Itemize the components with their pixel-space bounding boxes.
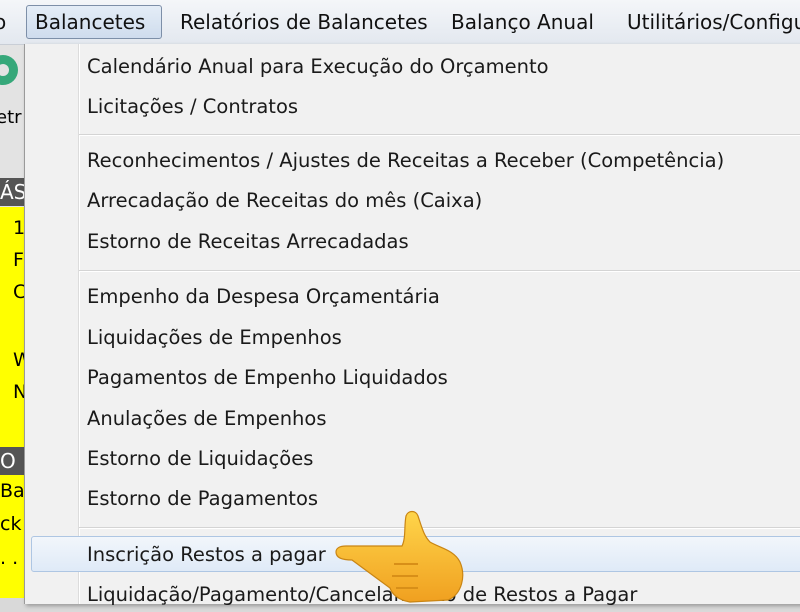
menu-item-pagamentos-empenho[interactable]: Pagamentos de Empenho Liquidados (87, 361, 448, 395)
menu-item-calendario-anual[interactable]: Calendário Anual para Execução do Orçame… (87, 50, 549, 84)
menu-item-licitacoes-contratos[interactable]: Licitações / Contratos (87, 90, 298, 124)
menu-balanco-anual[interactable]: Balanço Anual (443, 5, 602, 39)
background-window-strip: etr ÁS 1 F C W N O Ba ck . . (0, 45, 26, 598)
panel-line: . . (0, 547, 19, 569)
menu-item-anulacoes-empenhos[interactable]: Anulações de Empenhos (87, 402, 327, 436)
menu-item-arrecadacao-receitas[interactable]: Arrecadação de Receitas do mês (Caixa) (87, 184, 482, 218)
menu-item-liquidacoes-empenhos[interactable]: Liquidações de Empenhos (87, 321, 342, 355)
menu-item-inscricao-restos[interactable]: Inscrição Restos a pagar (87, 538, 326, 572)
menu-utilitarios[interactable]: Utilitários/Configu (619, 5, 800, 39)
panel-line: Ba (0, 480, 25, 502)
section-header: O (0, 447, 26, 475)
menu-item-empenho-despesa[interactable]: Empenho da Despesa Orçamentária (87, 280, 440, 314)
menu-separator (79, 270, 800, 272)
menu-relatorios-balancetes[interactable]: Relatórios de Balancetes (172, 5, 436, 39)
menu-item-estorno-liquidacoes[interactable]: Estorno de Liquidações (87, 442, 313, 476)
menu-icon-column (25, 44, 80, 604)
menu-item-reconhecimentos[interactable]: Reconhecimentos / Ajustes de Receitas a … (87, 144, 724, 178)
menu-item-partial[interactable]: o (0, 5, 14, 39)
toolbar-label: etr (0, 107, 22, 128)
menu-item-estorno-receitas[interactable]: Estorno de Receitas Arrecadadas (87, 225, 409, 259)
menu-bar: o Balancetes Relatórios de Balancetes Ba… (0, 0, 800, 45)
panel-line: ck (0, 513, 22, 535)
menu-item-estorno-pagamentos[interactable]: Estorno de Pagamentos (87, 482, 318, 516)
pointing-hand-icon (335, 510, 464, 603)
panel-line: F (13, 249, 24, 271)
yellow-panel: Ba ck . . (0, 475, 26, 598)
menu-balancetes[interactable]: Balancetes (26, 5, 162, 39)
menu-separator (79, 134, 800, 136)
section-header: ÁS (0, 178, 26, 206)
yellow-panel: 1 F C W N (0, 207, 26, 459)
gear-icon[interactable] (0, 55, 18, 85)
